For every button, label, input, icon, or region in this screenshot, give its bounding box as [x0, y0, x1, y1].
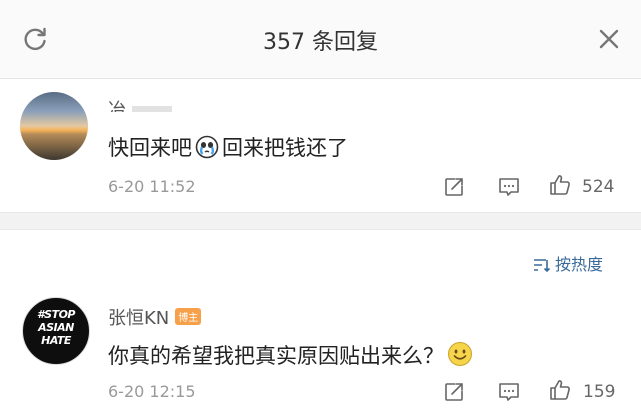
blogger-badge: 博主	[175, 308, 202, 325]
thumbs-up-icon[interactable]	[548, 173, 572, 197]
section-divider	[0, 212, 641, 230]
comment-icon[interactable]	[497, 380, 521, 404]
thumbs-up-icon[interactable]	[548, 378, 572, 402]
avatar[interactable]	[20, 92, 88, 160]
close-icon[interactable]	[597, 27, 621, 51]
sort-by-hot-button[interactable]: 按热度	[533, 251, 603, 275]
dialog-header: 357 条回复	[0, 0, 641, 79]
avatar[interactable]: #STOP ASIAN HATE	[22, 297, 90, 365]
comment-username[interactable]: 冶	[108, 96, 203, 112]
share-icon[interactable]	[442, 380, 466, 404]
comment-time: 6-20 12:15	[108, 382, 196, 401]
comment-time: 6-20 11:52	[108, 177, 196, 196]
like-count: 524	[582, 177, 615, 197]
like-count: 159	[583, 382, 616, 402]
comment-username[interactable]: 张恒KN 博主	[108, 304, 202, 330]
comment-text: 你真的希望我把真实原因贴出来么？	[108, 340, 476, 370]
replies-count-title: 357 条回复	[263, 30, 378, 55]
comment-icon[interactable]	[497, 175, 521, 199]
avatar-text: #STOP ASIAN HATE	[37, 308, 76, 347]
crying-face-emoji-icon	[195, 135, 219, 159]
sort-icon	[534, 259, 551, 273]
redacted-username	[132, 106, 172, 112]
share-icon[interactable]	[442, 175, 466, 199]
smile-emoji-icon	[448, 342, 472, 366]
comment-text: 快回来吧 回来把钱还了	[108, 135, 348, 160]
